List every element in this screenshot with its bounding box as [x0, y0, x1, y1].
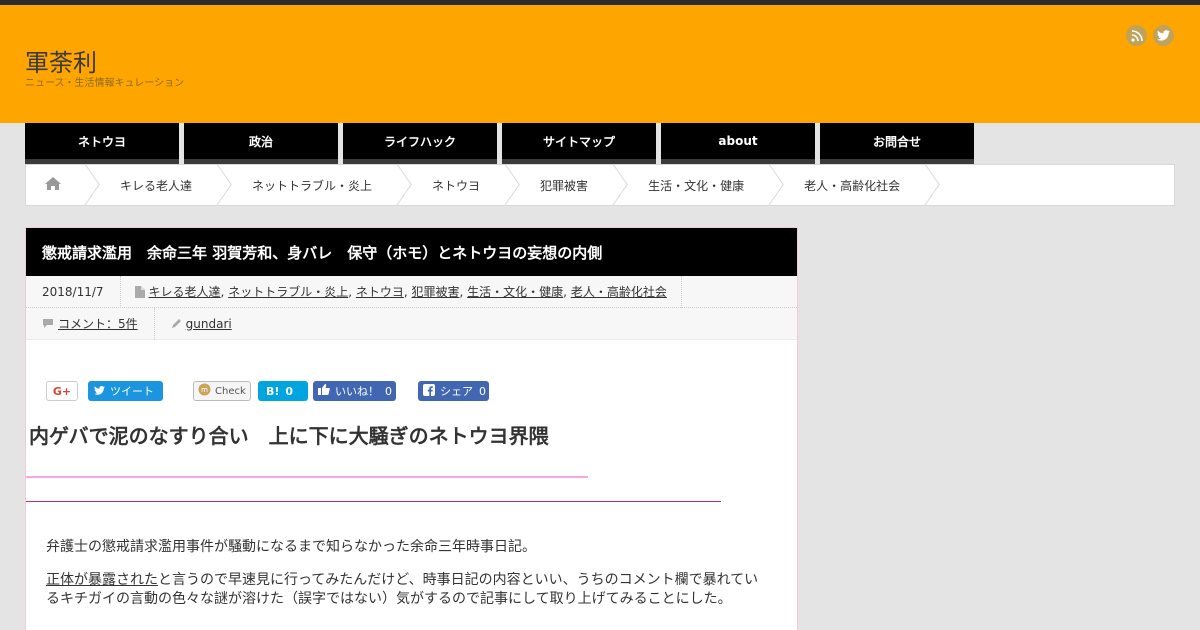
mixi-icon: m: [198, 383, 211, 399]
site-header: 軍荼利 ニュース・生活情報キュレーション: [0, 5, 1200, 123]
rss-icon[interactable]: [1126, 25, 1147, 46]
exposed-link[interactable]: 正体が暴露された: [46, 572, 158, 588]
fb-share-count: 0: [479, 384, 486, 398]
breadcrumb: キレる老人達 ネットトラブル・炎上 ネトウヨ 犯罪被害 生活・文化・健康 老人・…: [25, 164, 1175, 206]
paragraph: 正体が暴露されたと言うので早速見に行ってみたんだけど、時事日記の内容といい、うち…: [46, 571, 771, 609]
facebook-share-button[interactable]: シェア 0: [418, 381, 489, 401]
breadcrumb-item[interactable]: キレる老人達: [90, 165, 222, 205]
author-link[interactable]: gundari: [186, 317, 232, 331]
post-categories: キレる老人達, ネットトラブル・炎上, ネトウヨ, 犯罪被害, 生活・文化・健康…: [121, 275, 682, 308]
category-link[interactable]: 老人・高齢化社会: [571, 283, 667, 300]
section-divider: [26, 501, 721, 502]
file-icon: [134, 285, 145, 298]
check-label: Check: [215, 385, 246, 397]
category-link[interactable]: ネトウヨ: [356, 283, 404, 300]
paragraph: 弁護士の懲戒請求濫用事件が騒動になるまで知らなかった余命三年時事日記。: [46, 539, 536, 555]
category-link[interactable]: ネットトラブル・炎上: [228, 283, 348, 300]
nav-item-politics[interactable]: 政治: [184, 123, 338, 164]
main-nav: ネトウヨ 政治 ライフハック サイトマップ about お問合せ: [25, 123, 979, 164]
author: gundari: [155, 308, 248, 340]
gplus-share-button[interactable]: G+: [46, 381, 78, 401]
comment-icon: [42, 318, 54, 329]
heading-underline: [26, 476, 588, 478]
section-heading: 内ゲバで泥のなすり合い 上に下に大騒ぎのネトウヨ界隈: [29, 424, 549, 448]
facebook-like-button[interactable]: いいね！ 0: [313, 381, 396, 401]
category-link[interactable]: 生活・文化・健康: [467, 283, 563, 300]
site-description: ニュース・生活情報キュレーション: [25, 78, 185, 89]
nav-item-about[interactable]: about: [661, 123, 815, 164]
nav-item-sitemap[interactable]: サイトマップ: [502, 123, 656, 164]
breadcrumb-item[interactable]: ネットトラブル・炎上: [222, 165, 402, 205]
tweet-button[interactable]: ツイート: [88, 381, 163, 401]
facebook-icon: [423, 383, 435, 399]
mixi-check-button[interactable]: m Check: [193, 381, 251, 401]
article-meta: 2018/11/7 キレる老人達, ネットトラブル・炎上, ネトウヨ, 犯罪被害…: [26, 275, 797, 308]
category-link[interactable]: キレる老人達: [149, 283, 221, 300]
post-date: 2018/11/7: [26, 275, 121, 308]
hatena-bookmark-button[interactable]: B! 0: [258, 381, 308, 401]
breadcrumb-home[interactable]: [26, 165, 90, 205]
pencil-icon: [171, 318, 182, 329]
nav-item-contact[interactable]: お問合せ: [820, 123, 974, 164]
hatena-label: B!: [266, 384, 280, 398]
thumbs-up-icon: [318, 384, 330, 398]
comments: コメント：5件: [26, 307, 155, 340]
comments-link[interactable]: コメント：5件: [58, 315, 138, 332]
breadcrumb-item[interactable]: 老人・高齢化社会: [774, 165, 930, 205]
hatena-count: 0: [285, 384, 294, 398]
article-meta-2: コメント：5件 gundari: [26, 307, 797, 340]
site-title[interactable]: 軍荼利: [25, 43, 97, 78]
category-link[interactable]: 犯罪被害: [412, 283, 460, 300]
home-icon: [44, 176, 62, 194]
svg-text:m: m: [201, 386, 208, 394]
nav-item-lifehack[interactable]: ライフハック: [343, 123, 497, 164]
breadcrumb-item[interactable]: 生活・文化・健康: [618, 165, 774, 205]
fb-share-label: シェア: [440, 385, 473, 398]
breadcrumb-item[interactable]: ネトウヨ: [402, 165, 510, 205]
twitter-icon: [94, 385, 105, 398]
like-label: いいね！: [335, 385, 379, 398]
twitter-icon[interactable]: [1153, 25, 1174, 46]
breadcrumb-item[interactable]: 犯罪被害: [510, 165, 618, 205]
like-count: 0: [385, 384, 392, 398]
tweet-label: ツイート: [110, 385, 154, 398]
nav-item-netouyo[interactable]: ネトウヨ: [25, 123, 179, 164]
article-title: 懲戒請求濫用 余命三年 羽賀芳和、身バレ 保守（ホモ）とネトウヨの妄想の内側: [26, 228, 797, 276]
